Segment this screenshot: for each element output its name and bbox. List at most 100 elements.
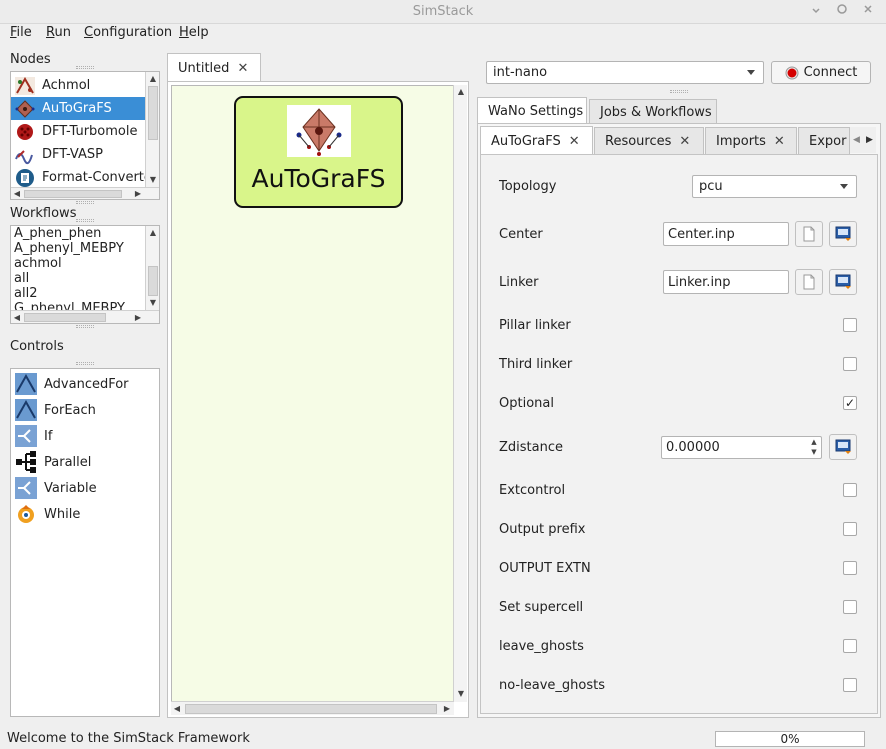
scroll-down-icon[interactable]: ▼	[455, 688, 467, 700]
tab-autografs[interactable]: AuToGraFS ✕	[480, 126, 593, 155]
zdistance-import-button[interactable]	[829, 434, 857, 460]
workflows-hscrollbar[interactable]: ◀ ▶	[11, 310, 159, 323]
splitter-handle[interactable]	[76, 66, 94, 69]
close-icon[interactable]	[860, 3, 876, 19]
menu-help[interactable]: Help	[179, 25, 209, 40]
node-item-dft-turbomole[interactable]: DFT-Turbomole	[11, 120, 145, 143]
connection-status-icon	[785, 66, 799, 79]
workflow-node-autografs[interactable]: AuToGraFS	[234, 96, 403, 208]
set-supercell-checkbox[interactable]	[843, 600, 857, 614]
center-import-button[interactable]	[829, 221, 857, 247]
tab-untitled[interactable]: Untitled ✕	[167, 53, 261, 82]
canvas-vscrollbar[interactable]: ▲ ▼	[453, 85, 467, 702]
scroll-right-icon[interactable]: ▶	[132, 312, 144, 323]
workflows-vscrollbar[interactable]: ▲ ▼	[145, 226, 159, 310]
menu-configuration[interactable]: Configuration	[84, 25, 172, 40]
workflow-item[interactable]: all2	[14, 286, 37, 301]
pillar-linker-checkbox[interactable]	[843, 318, 857, 332]
node-item-achmol[interactable]: Achmol	[11, 74, 145, 97]
canvas-hscrollbar[interactable]: ◀ ▶	[171, 701, 454, 715]
scroll-right-icon[interactable]: ▶	[132, 188, 144, 199]
tab-export[interactable]: Expor	[798, 127, 850, 155]
tab-wano-settings[interactable]: WaNo Settings	[477, 97, 587, 124]
linker-import-button[interactable]	[829, 269, 857, 295]
splitter-handle[interactable]	[76, 362, 94, 365]
workflow-item[interactable]: all	[14, 271, 29, 286]
control-item-foreach[interactable]: ForEach	[11, 397, 159, 423]
control-item-while[interactable]: While	[11, 501, 159, 527]
scroll-right-icon[interactable]: ▶	[441, 703, 453, 715]
scroll-left-icon[interactable]: ◀	[11, 312, 23, 323]
linker-file-input[interactable]: Linker.inp	[663, 270, 789, 294]
scroll-up-icon[interactable]: ▲	[455, 86, 467, 98]
controls-heading: Controls	[10, 339, 64, 354]
nodes-vscrollbar[interactable]: ▲ ▼	[145, 72, 159, 187]
server-select-value: int-nano	[493, 65, 548, 80]
menu-bar: File Run Configuration Help	[0, 24, 886, 44]
menu-run-label: un	[54, 25, 71, 40]
zdistance-spinbox[interactable]: 0.00000 ▲ ▼	[661, 436, 822, 459]
achmol-icon	[14, 76, 36, 96]
menu-run[interactable]: Run	[46, 25, 71, 40]
close-tab-icon[interactable]: ✕	[569, 134, 580, 149]
maximize-icon[interactable]	[834, 3, 850, 19]
tab-jobs-workflows[interactable]: Jobs & Workflows	[589, 99, 717, 124]
center-file-input[interactable]: Center.inp	[663, 222, 789, 246]
center-file-value: Center.inp	[668, 226, 735, 242]
linker-browse-button[interactable]	[795, 269, 823, 295]
scroll-down-icon[interactable]: ▼	[147, 174, 159, 186]
scroll-left-icon[interactable]: ◀	[11, 188, 23, 199]
tab-label: Jobs & Workflows	[600, 104, 712, 120]
scroll-thumb[interactable]	[24, 313, 106, 322]
workflow-item[interactable]: A_phenyl_MEBPY	[14, 241, 124, 256]
output-prefix-checkbox[interactable]	[843, 522, 857, 536]
no-leave-ghosts-checkbox[interactable]	[843, 678, 857, 692]
scroll-up-icon[interactable]: ▲	[147, 73, 159, 85]
tab-imports[interactable]: Imports ✕	[705, 127, 797, 155]
autografs-node-icon	[287, 105, 351, 157]
nodes-hscrollbar[interactable]: ◀ ▶	[11, 187, 159, 199]
close-tab-icon[interactable]: ✕	[679, 134, 690, 149]
while-icon	[14, 502, 38, 526]
workflow-item[interactable]: achmol	[14, 256, 62, 271]
close-tab-icon[interactable]: ✕	[237, 61, 248, 76]
scroll-thumb[interactable]	[24, 190, 122, 198]
node-item-autografs[interactable]: AuToGraFS	[11, 97, 145, 120]
workflow-item[interactable]: G_phenyl_MEBPY	[14, 301, 125, 310]
splitter-handle[interactable]	[76, 325, 94, 328]
scroll-down-icon[interactable]: ▼	[147, 297, 159, 309]
topology-select[interactable]: pcu	[692, 175, 857, 198]
workflow-item[interactable]: A_phen_phen	[14, 226, 101, 241]
spin-down-icon[interactable]: ▼	[808, 448, 820, 458]
import-icon	[835, 226, 851, 241]
scroll-thumb[interactable]	[148, 86, 158, 140]
scroll-left-icon[interactable]: ◀	[171, 703, 183, 715]
extcontrol-checkbox[interactable]	[843, 483, 857, 497]
control-item-if[interactable]: If	[11, 423, 159, 449]
third-linker-checkbox[interactable]	[843, 357, 857, 371]
scroll-thumb[interactable]	[148, 266, 158, 296]
connect-button[interactable]: Connect	[771, 61, 871, 84]
node-item-format-converter[interactable]: Format-Converter	[11, 166, 157, 189]
tab-scroll-right-icon[interactable]: ▶	[863, 127, 876, 153]
splitter-handle[interactable]	[76, 219, 94, 222]
splitter-handle[interactable]	[76, 201, 94, 204]
control-item-advancedfor[interactable]: AdvancedFor	[11, 371, 159, 397]
spin-up-icon[interactable]: ▲	[808, 438, 820, 448]
minimize-icon[interactable]	[808, 3, 824, 19]
splitter-handle[interactable]	[670, 90, 688, 93]
control-item-variable[interactable]: Variable	[11, 475, 159, 501]
server-select[interactable]: int-nano	[486, 61, 764, 84]
scroll-thumb[interactable]	[185, 704, 437, 714]
tab-resources[interactable]: Resources ✕	[594, 127, 704, 155]
close-tab-icon[interactable]: ✕	[774, 134, 785, 149]
menu-file[interactable]: File	[10, 25, 32, 40]
output-extn-checkbox[interactable]	[843, 561, 857, 575]
tab-scroll-left-icon[interactable]: ◀	[850, 127, 863, 153]
node-item-dft-vasp[interactable]: DFT-VASP	[11, 143, 145, 166]
scroll-up-icon[interactable]: ▲	[147, 227, 159, 239]
leave-ghosts-checkbox[interactable]	[843, 639, 857, 653]
optional-checkbox[interactable]: ✓	[843, 396, 857, 410]
control-item-parallel[interactable]: Parallel	[11, 449, 159, 475]
center-browse-button[interactable]	[795, 221, 823, 247]
